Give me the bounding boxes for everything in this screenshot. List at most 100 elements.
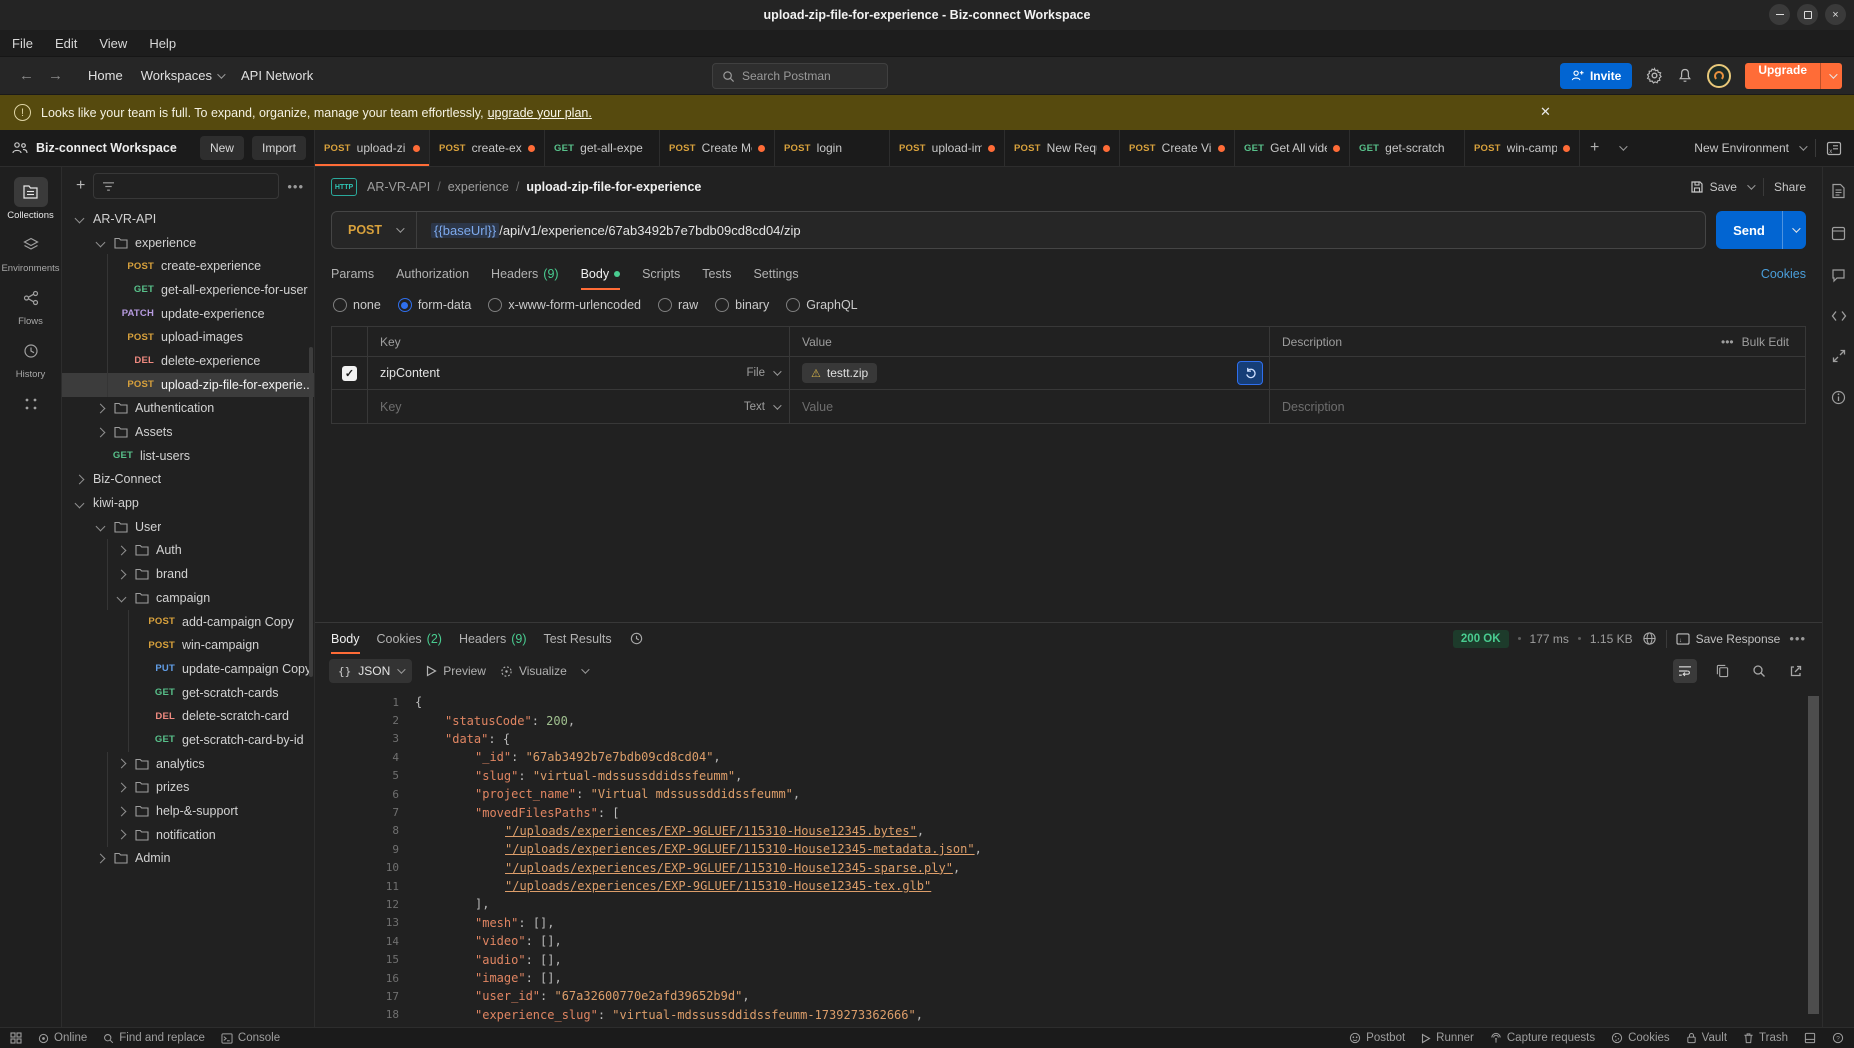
share-button[interactable]: Share: [1774, 180, 1806, 194]
send-chevron-icon[interactable]: [1782, 211, 1806, 249]
chevron-right-icon[interactable]: [117, 782, 127, 792]
add-collection-icon[interactable]: +: [76, 177, 85, 195]
response-more-icon[interactable]: •••: [1789, 631, 1806, 646]
sidebar-scrollbar[interactable]: [309, 347, 313, 677]
sidebar-item-get-all-experience-for-user[interactable]: GETget-all-experience-for-user: [62, 278, 314, 302]
sidebar-item-list-users[interactable]: GETlist-users: [62, 444, 314, 468]
file-path-link[interactable]: "/uploads/experiences/EXP-9GLUEF/115310-…: [505, 824, 917, 838]
copy-icon[interactable]: [1710, 659, 1734, 683]
sidebar-item-add-campaign-copy[interactable]: POSTadd-campaign Copy: [62, 610, 314, 634]
tab-new-requ[interactable]: POSTNew Requ: [1005, 130, 1120, 166]
method-select[interactable]: POST: [332, 212, 417, 248]
sidebar-item-get-scratch-card-by-id[interactable]: GETget-scratch-card-by-id: [62, 728, 314, 752]
tab-get-all-expe[interactable]: GETget-all-expe: [545, 130, 660, 166]
tab-create-ex[interactable]: POSTcreate-ex: [430, 130, 545, 166]
sidebar-more-icon[interactable]: •••: [287, 179, 304, 194]
chevron-right-icon[interactable]: [117, 830, 127, 840]
radio-unselected-icon[interactable]: [658, 298, 672, 312]
sidebar-item-get-scratch-cards[interactable]: GETget-scratch-cards: [62, 681, 314, 705]
chevron-down-icon[interactable]: [117, 593, 127, 603]
save-button[interactable]: Save: [1690, 180, 1737, 194]
environment-name[interactable]: New Environment: [1694, 141, 1789, 155]
chevron-right-icon[interactable]: [96, 403, 106, 413]
chevron-down-icon[interactable]: [75, 498, 85, 508]
chevron-right-icon[interactable]: [117, 759, 127, 769]
chevron-right-icon[interactable]: [96, 853, 106, 863]
response-history-icon[interactable]: [629, 631, 644, 646]
invite-button[interactable]: Invite: [1560, 63, 1632, 89]
forward-icon[interactable]: →: [41, 67, 70, 84]
capture-requests-button[interactable]: Capture requests: [1490, 1032, 1595, 1044]
cookies-link[interactable]: Cookies: [1761, 267, 1806, 281]
environment-chevron-icon[interactable]: [1799, 142, 1807, 150]
tab-scripts[interactable]: Scripts: [642, 257, 680, 290]
visualize-button[interactable]: Visualize: [500, 664, 567, 678]
sidebar-item-update-campaign-copy[interactable]: PUTupdate-campaign Copy: [62, 657, 314, 681]
response-scrollbar[interactable]: [1808, 696, 1819, 1014]
response-tab-body[interactable]: Body: [331, 623, 360, 654]
save-chevron-icon[interactable]: [1747, 181, 1755, 189]
sidebar-item-assets[interactable]: Assets: [62, 420, 314, 444]
sidebar-item-help-support[interactable]: help-&-support: [62, 799, 314, 823]
comments-icon[interactable]: [1831, 268, 1846, 283]
avatar[interactable]: [1707, 64, 1731, 88]
environment-quick-look-icon[interactable]: x: [1826, 141, 1842, 156]
workspace-name[interactable]: Biz-connect Workspace: [36, 141, 192, 155]
sidebar-item-delete-scratch-card[interactable]: DELdelete-scratch-card: [62, 704, 314, 728]
send-button[interactable]: Send: [1716, 211, 1806, 249]
breadcrumb-collection[interactable]: AR-VR-API: [367, 180, 430, 194]
body-mode-raw[interactable]: raw: [658, 298, 698, 312]
tab-get-all-vide[interactable]: GETGet All vide: [1235, 130, 1350, 166]
network-globe-icon[interactable]: [1642, 631, 1657, 646]
console-button[interactable]: Console: [221, 1032, 280, 1044]
key-placeholder[interactable]: Key: [380, 400, 402, 414]
import-button[interactable]: Import: [252, 136, 306, 160]
sidebar-item-admin[interactable]: Admin: [62, 847, 314, 871]
visualize-chevron-icon[interactable]: [581, 665, 589, 673]
sidebar-item-campaign[interactable]: campaign: [62, 586, 314, 610]
tab-get-scratch[interactable]: GETget-scratch: [1350, 130, 1465, 166]
sidebar-item-auth[interactable]: Auth: [62, 539, 314, 563]
radio-selected-icon[interactable]: [398, 298, 412, 312]
file-path-link[interactable]: "/uploads/experiences/EXP-9GLUEF/115310-…: [505, 842, 975, 856]
response-tab-cookies[interactable]: Cookies(2): [377, 623, 442, 654]
new-tab-button[interactable]: +: [1580, 130, 1609, 166]
file-path-link[interactable]: "/uploads/experiences/EXP-9GLUEF/115310-…: [505, 861, 953, 875]
expand-panes-icon[interactable]: [1832, 349, 1846, 363]
row-checkbox[interactable]: ✓: [342, 366, 357, 381]
breadcrumb-folder[interactable]: experience: [448, 180, 509, 194]
chevron-down-icon[interactable]: [96, 238, 106, 248]
sidebar-item-biz-connect[interactable]: Biz-Connect: [62, 468, 314, 492]
format-dropdown[interactable]: {} JSON: [329, 659, 412, 683]
status-badge[interactable]: 200 OK: [1453, 630, 1509, 648]
response-tab-test-results[interactable]: Test Results: [543, 623, 611, 654]
sidebar-rail-more[interactable]: [14, 389, 48, 419]
tab-settings[interactable]: Settings: [753, 257, 798, 290]
tab-list-chevron-icon[interactable]: [1609, 130, 1635, 166]
back-icon[interactable]: ←: [12, 67, 41, 84]
radio-unselected-icon[interactable]: [715, 298, 729, 312]
sidebar-item-authentication[interactable]: Authentication: [62, 397, 314, 421]
online-status[interactable]: Online: [38, 1032, 87, 1044]
bottom-panel-icon[interactable]: [1804, 1032, 1816, 1044]
sidebar-item-notification[interactable]: notification: [62, 823, 314, 847]
preview-button[interactable]: Preview: [426, 664, 486, 678]
file-path-link[interactable]: "/uploads/experiences/EXP-9GLUEF/115310-…: [505, 879, 931, 893]
chevron-right-icon[interactable]: [75, 474, 85, 484]
notifications-bell-icon[interactable]: [1677, 67, 1693, 84]
sidebar-item-brand[interactable]: brand: [62, 562, 314, 586]
body-mode-binary[interactable]: binary: [715, 298, 769, 312]
search-input[interactable]: Search Postman: [712, 63, 888, 89]
upgrade-chevron-icon[interactable]: [1820, 63, 1842, 89]
info-circle-icon[interactable]: [1831, 390, 1846, 405]
response-time[interactable]: 177 ms: [1530, 632, 1569, 646]
upgrade-button[interactable]: Upgrade: [1745, 63, 1842, 89]
tab-params[interactable]: Params: [331, 257, 374, 290]
panel-grid-icon[interactable]: [10, 1032, 22, 1044]
menu-help[interactable]: Help: [149, 36, 176, 51]
menu-edit[interactable]: Edit: [55, 36, 77, 51]
tab-create-vid[interactable]: POSTCreate Vid: [1120, 130, 1235, 166]
sidebar-item-user[interactable]: User: [62, 515, 314, 539]
sidebar-item-upload-zip-file-for-experie[interactable]: POSTupload-zip-file-for-experie...: [62, 373, 314, 397]
sidebar-item-delete-experience[interactable]: DELdelete-experience: [62, 349, 314, 373]
